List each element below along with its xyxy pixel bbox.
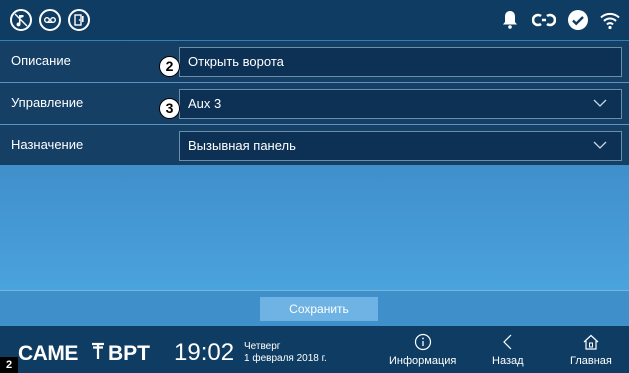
- chevron-left-icon: [502, 334, 512, 350]
- empty-content-area: [0, 165, 629, 290]
- callout-marker: 3: [159, 98, 180, 119]
- control-dropdown[interactable]: Aux 3: [179, 89, 622, 119]
- bell-icon: [498, 8, 522, 32]
- wifi-icon: [598, 8, 622, 32]
- mute-ringer-icon[interactable]: [10, 9, 32, 31]
- status-bar: [0, 0, 629, 40]
- home-label: Главная: [570, 355, 612, 367]
- description-value: Открыть ворота: [188, 54, 284, 69]
- clock-time: 19:02: [174, 339, 235, 366]
- destination-row: Назначение Вызывная панель: [0, 125, 629, 166]
- figure-number: 2: [0, 357, 18, 373]
- chevron-down-icon: [593, 141, 607, 149]
- bottom-bar: CAME BPT 19:02 Четверг 1 февраля 2018 г.…: [0, 326, 629, 373]
- callout-marker: 2: [159, 56, 180, 77]
- control-row: Управление Aux 3: [0, 83, 629, 124]
- door-open-icon[interactable]: [68, 9, 90, 31]
- home-icon: [583, 334, 599, 350]
- description-field[interactable]: Открыть ворота: [179, 47, 622, 77]
- brand-came: CAME: [18, 342, 78, 365]
- brand-bpt: BPT: [108, 342, 150, 365]
- back-label: Назад: [492, 355, 524, 367]
- destination-dropdown[interactable]: Вызывная панель: [179, 131, 622, 161]
- save-button[interactable]: Сохранить: [260, 297, 378, 321]
- home-button[interactable]: Главная: [570, 333, 612, 367]
- description-label: Описание: [11, 53, 71, 68]
- destination-value: Вызывная панель: [188, 138, 296, 153]
- save-bar: Сохранить: [0, 290, 629, 327]
- voicemail-icon[interactable]: [39, 9, 61, 31]
- control-label: Управление: [11, 95, 84, 110]
- weekday: Четверг: [244, 341, 281, 352]
- back-button[interactable]: Назад: [492, 333, 524, 367]
- brand-logo-icon: [91, 340, 105, 366]
- intercom-screen: Описание Открыть ворота 2 Управление Aux…: [0, 0, 629, 373]
- chevron-down-icon: [593, 99, 607, 107]
- description-row: Описание Открыть ворота: [0, 41, 629, 82]
- info-label: Информация: [389, 355, 457, 367]
- control-value: Aux 3: [188, 96, 222, 111]
- date: 1 февраля 2018 г.: [244, 353, 327, 364]
- info-button[interactable]: Информация: [389, 333, 456, 367]
- link-icon: [531, 8, 557, 32]
- info-icon: [414, 333, 431, 351]
- destination-label: Назначение: [11, 137, 84, 152]
- check-circle-icon: [566, 8, 590, 32]
